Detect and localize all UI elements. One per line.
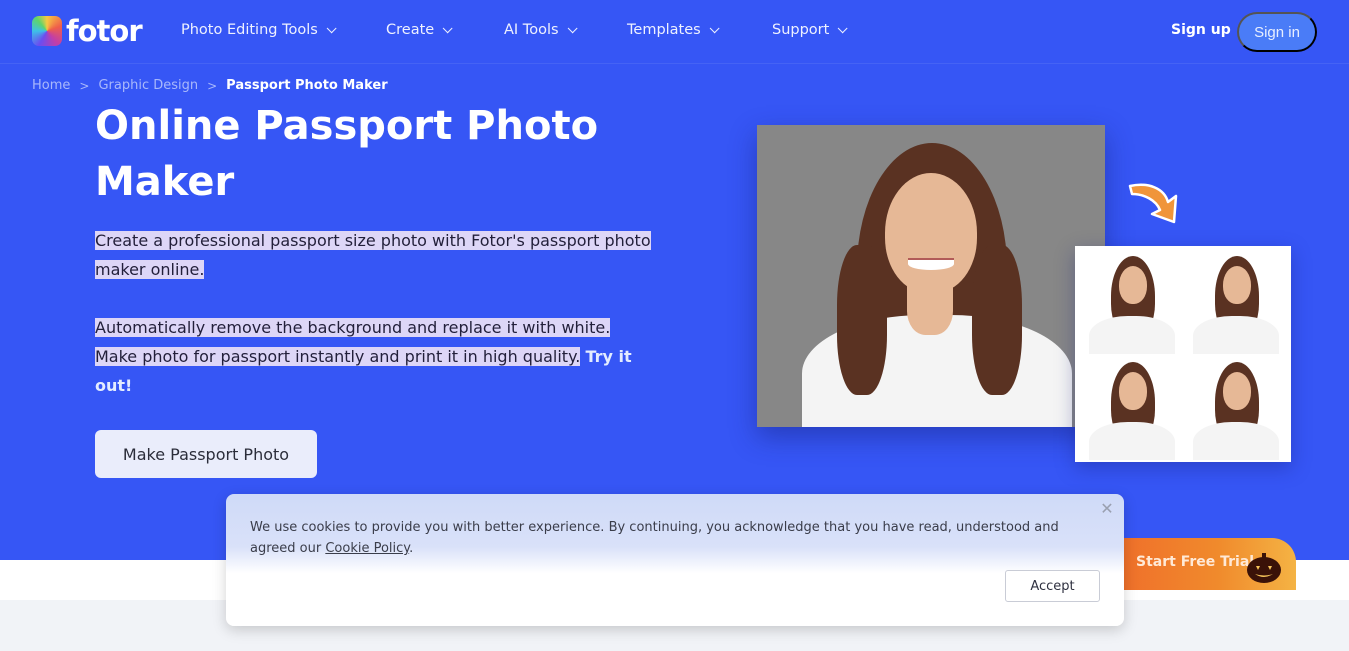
chevron-down-icon	[837, 22, 848, 33]
neck-shape	[907, 275, 953, 335]
nav-label: Templates	[627, 22, 701, 38]
cookie-message: We use cookies to provide you with bette…	[250, 517, 1080, 559]
trial-label: Start Free Trial	[1136, 554, 1255, 570]
nav-label: AI Tools	[504, 22, 559, 38]
portrait-photo	[757, 125, 1105, 427]
make-passport-photo-button[interactable]: Make Passport Photo	[95, 430, 317, 478]
cookie-policy-link[interactable]: Cookie Policy	[325, 541, 409, 556]
passport-thumb	[1081, 250, 1183, 354]
chevron-down-icon	[442, 22, 453, 33]
sign-in-button[interactable]: Sign in	[1237, 12, 1317, 52]
fotor-logo[interactable]: fotor	[32, 14, 143, 48]
person-illustration	[757, 125, 1105, 427]
cookie-banner: We use cookies to provide you with bette…	[226, 494, 1124, 626]
orange-curved-arrow-icon	[1128, 183, 1178, 224]
close-icon[interactable]: ✕	[1098, 500, 1116, 518]
logo-text: fotor	[66, 14, 143, 48]
cookie-text-end: .	[409, 541, 414, 556]
passport-photo-grid	[1075, 246, 1291, 462]
description-para-1: Create a professional passport size phot…	[95, 231, 651, 279]
chevron-right-icon: >	[207, 78, 218, 93]
description-para-2: Automatically remove the background and …	[95, 318, 611, 366]
pumpkin-icon	[1247, 553, 1281, 583]
breadcrumb-current: Passport Photo Maker	[226, 78, 388, 93]
nav-ai-tools[interactable]: AI Tools	[504, 22, 578, 38]
nav-label: Support	[772, 22, 830, 38]
passport-thumb	[1185, 250, 1287, 354]
nav-label: Create	[386, 22, 435, 38]
chevron-right-icon: >	[79, 78, 90, 93]
accept-cookies-button[interactable]: Accept	[1005, 570, 1100, 602]
fotor-logo-icon	[32, 16, 62, 46]
top-nav: fotor Photo Editing Tools Create AI Tool…	[0, 0, 1349, 64]
nav-photo-editing-tools[interactable]: Photo Editing Tools	[181, 22, 337, 38]
nav-templates[interactable]: Templates	[627, 22, 720, 38]
breadcrumb: Home > Graphic Design > Passport Photo M…	[32, 78, 388, 93]
passport-thumb	[1185, 356, 1287, 460]
chevron-down-icon	[326, 22, 337, 33]
page-title: Online Passport Photo Maker	[95, 103, 599, 205]
chevron-down-icon	[709, 22, 720, 33]
nav-support[interactable]: Support	[772, 22, 848, 38]
nav-create[interactable]: Create	[386, 22, 453, 38]
chevron-down-icon	[567, 22, 578, 33]
breadcrumb-home[interactable]: Home	[32, 78, 70, 93]
passport-thumb	[1081, 356, 1183, 460]
sign-up-link[interactable]: Sign up	[1171, 22, 1231, 38]
smile-shape	[908, 258, 954, 270]
breadcrumb-graphic-design[interactable]: Graphic Design	[98, 78, 198, 93]
nav-label: Photo Editing Tools	[181, 22, 318, 38]
hair-curl-right	[972, 245, 1022, 395]
hair-curl-left	[837, 245, 887, 395]
start-free-trial-button[interactable]: Start Free Trial	[1100, 538, 1296, 590]
hero-description: Create a professional passport size phot…	[95, 226, 655, 429]
